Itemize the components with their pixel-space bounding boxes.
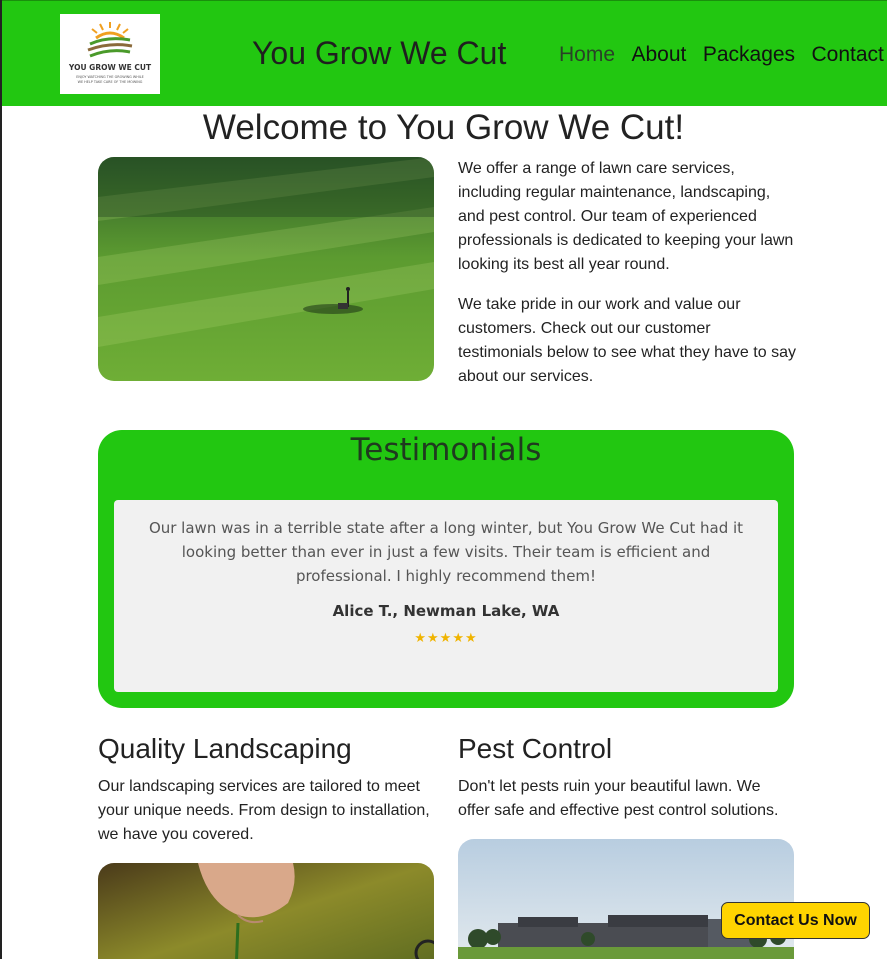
landscaping-image <box>98 863 434 959</box>
pest-control-heading: Pest Control <box>458 733 613 764</box>
intro-paragraph-2: We take pride in our work and value our … <box>458 296 796 385</box>
landscaping-description: Our landscaping services are tailored to… <box>98 778 430 843</box>
pest-control-service: Pest Control Don't let pests ruin your b… <box>458 733 794 823</box>
testimonials-section: Testimonials Our lawn was in a terrible … <box>98 430 794 708</box>
rating-stars-icon: ★★★★★ <box>414 630 478 645</box>
intro-paragraph-1: We offer a range of lawn care services, … <box>458 160 794 273</box>
testimonials-heading: Testimonials <box>350 432 542 468</box>
landscaping-heading: Quality Landscaping <box>98 733 352 764</box>
nav-about-link[interactable]: About <box>631 43 686 66</box>
svg-text:ENJOY WATCHING THE GROWING WHI: ENJOY WATCHING THE GROWING WHILE <box>76 75 144 79</box>
svg-text:WE HELP TAKE CARE OF THE MOWIN: WE HELP TAKE CARE OF THE MOWING <box>78 80 143 84</box>
site-title: You Grow We Cut <box>252 35 507 71</box>
testimonial-quote: Our lawn was in a terrible state after a… <box>148 519 744 585</box>
hero-lawn-mowing-image <box>98 157 434 381</box>
contact-us-button[interactable]: Contact Us Now <box>721 902 870 939</box>
nav-contact-link[interactable]: Contact <box>812 43 884 66</box>
landscaping-service: Quality Landscaping Our landscaping serv… <box>98 733 434 847</box>
svg-text:YOU GROW WE CUT: YOU GROW WE CUT <box>68 63 152 72</box>
pest-control-image <box>458 839 794 959</box>
testimonial-author: Alice T., Newman Lake, WA <box>332 602 560 620</box>
intro-text: We offer a range of lawn care services, … <box>458 157 798 405</box>
pest-control-description: Don't let pests ruin your beautiful lawn… <box>458 778 779 819</box>
testimonial-card: Our lawn was in a terrible state after a… <box>114 500 778 692</box>
welcome-heading: Welcome to You Grow We Cut! <box>202 108 685 147</box>
logo[interactable]: YOU GROW WE CUT ENJOY WATCHING THE GROWI… <box>60 14 160 94</box>
site-header: YOU GROW WE CUT ENJOY WATCHING THE GROWI… <box>2 0 887 106</box>
nav-home-link[interactable]: Home <box>559 43 615 66</box>
main-nav: Home About Packages Contact <box>559 43 887 67</box>
logo-sun-field-icon: YOU GROW WE CUT ENJOY WATCHING THE GROWI… <box>68 22 152 84</box>
nav-packages-link[interactable]: Packages <box>703 43 795 66</box>
